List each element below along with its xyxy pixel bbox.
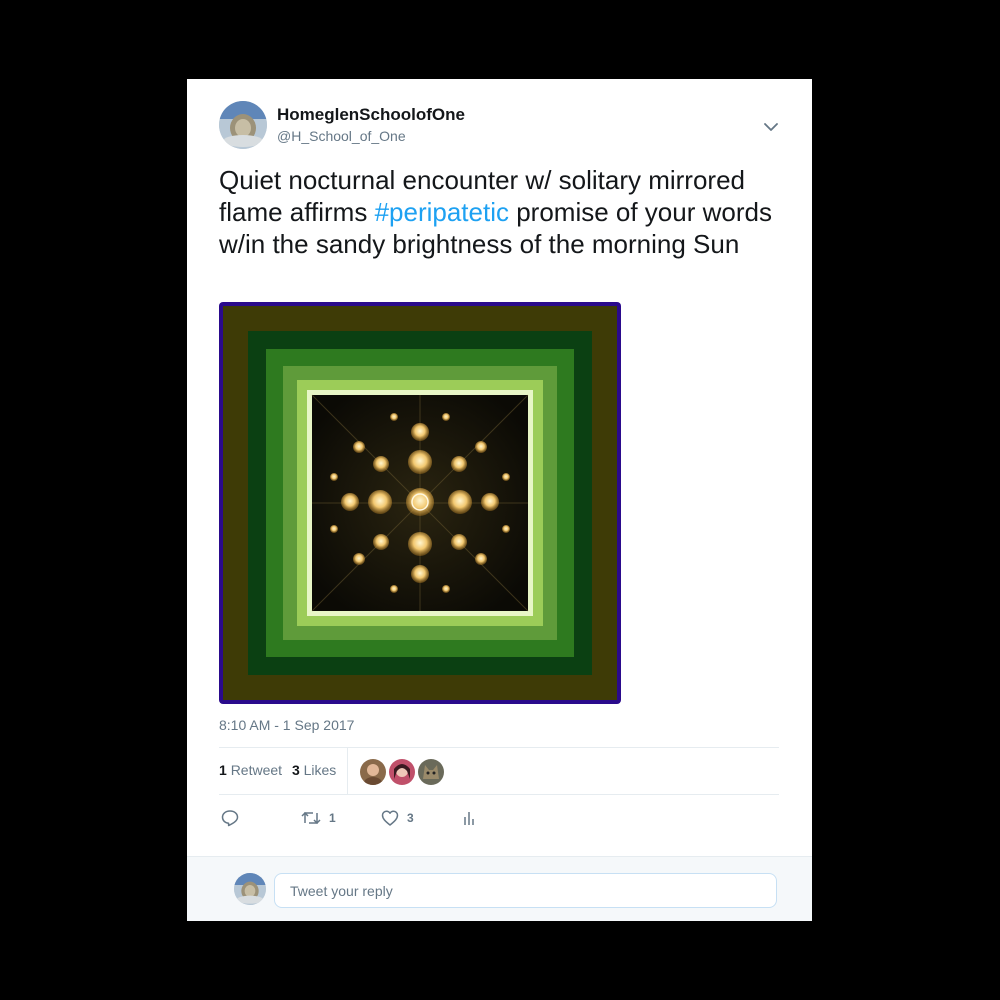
liker-avatar-3[interactable] — [417, 758, 445, 786]
divider-bottom — [219, 794, 779, 795]
tweet-media-image[interactable] — [219, 302, 621, 704]
author-avatar-image — [219, 101, 267, 149]
likes-label: Likes — [303, 762, 337, 778]
liker-avatar-1[interactable] — [359, 758, 387, 786]
like-action-count: 3 — [407, 811, 414, 825]
author-avatar[interactable] — [219, 101, 267, 149]
tweet-timestamp[interactable]: 8:10 AM - 1 Sep 2017 — [219, 717, 354, 733]
author-display-name[interactable]: HomeglenSchoolofOne — [277, 105, 465, 125]
engagement-stats: 1 Retweet 3 Likes — [219, 762, 336, 778]
like-action[interactable]: 3 — [381, 807, 414, 829]
reply-action[interactable] — [221, 807, 239, 829]
reply-user-avatar[interactable] — [234, 873, 266, 905]
analytics-action[interactable] — [462, 807, 476, 829]
retweets-stat[interactable]: 1 Retweet — [219, 762, 282, 778]
retweet-action-count: 1 — [329, 811, 336, 825]
retweet-action[interactable]: 1 — [301, 807, 336, 829]
tweet-text: Quiet nocturnal encounter w/ solitary mi… — [219, 164, 779, 260]
retweet-icon — [301, 811, 321, 825]
liker-avatar-2[interactable] — [388, 758, 416, 786]
reply-icon — [221, 810, 239, 827]
chevron-down-icon[interactable] — [761, 117, 781, 137]
retweets-label: Retweet — [230, 762, 283, 778]
tweet-card: HomeglenSchoolofOne @H_School_of_One Qui… — [187, 79, 812, 921]
reply-composer — [187, 856, 812, 921]
heart-icon — [381, 810, 399, 826]
likes-count: 3 — [291, 762, 300, 778]
reply-input[interactable] — [274, 873, 777, 908]
stats-separator — [347, 747, 348, 794]
analytics-icon — [464, 812, 474, 825]
likes-stat[interactable]: 3 Likes — [288, 762, 336, 778]
divider-top — [219, 747, 779, 748]
author-handle[interactable]: @H_School_of_One — [277, 128, 406, 144]
hashtag-link[interactable]: #peripatetic — [375, 197, 509, 227]
retweets-count: 1 — [219, 762, 227, 778]
